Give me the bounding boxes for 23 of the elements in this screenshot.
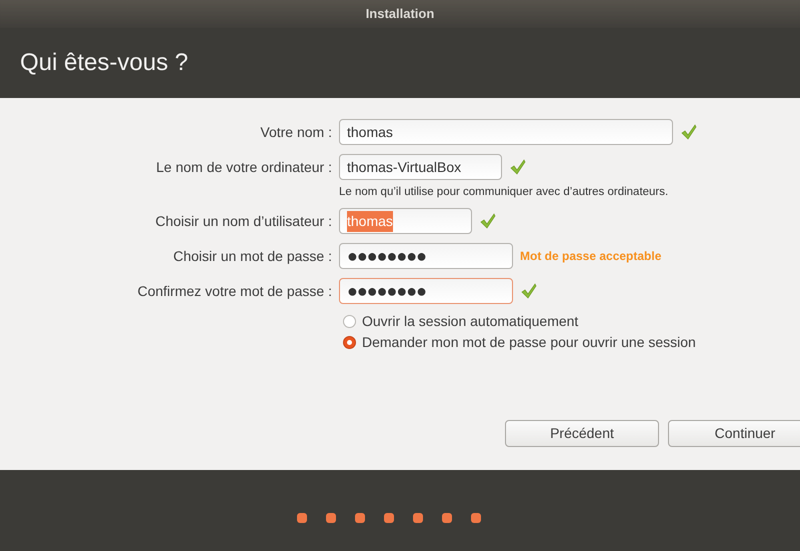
field-label: Choisir un mot de passe : (172, 246, 332, 266)
input-field[interactable]: thomas-VirtualBox (339, 154, 502, 180)
input-field[interactable]: thomas (339, 119, 673, 145)
password-field[interactable]: ●●●●●●●● (339, 278, 513, 304)
password-strength: Mot de passe acceptable (520, 248, 662, 265)
field-label: Le nom de votre ordinateur : (155, 158, 332, 176)
back-button[interactable]: Précédent (505, 420, 659, 447)
field-hint: Le nom qu’il utilise pour communiquer avec d’autres ordinateurs. (339, 186, 668, 198)
radio-button[interactable] (343, 315, 356, 328)
check-icon (480, 213, 496, 229)
check-icon (681, 124, 697, 140)
radio-label[interactable]: Demander mon mot de passe pour ouvrir une session (362, 332, 696, 353)
window-title: Installation (366, 5, 434, 24)
field-label: Confirmez votre mot de passe : (136, 282, 332, 301)
radio-label[interactable]: Ouvrir la session automatiquement (362, 311, 578, 332)
check-icon (521, 283, 537, 299)
page-heading: Qui êtes-vous ? (20, 48, 188, 78)
field-label: Votre nom : (259, 122, 332, 142)
password-field[interactable]: ●●●●●●●● (339, 243, 513, 269)
field-label: Choisir un nom d’utilisateur : (154, 212, 332, 230)
continue-button[interactable]: Continuer (668, 420, 800, 447)
radio-button[interactable] (343, 336, 356, 349)
check-icon (510, 159, 526, 175)
